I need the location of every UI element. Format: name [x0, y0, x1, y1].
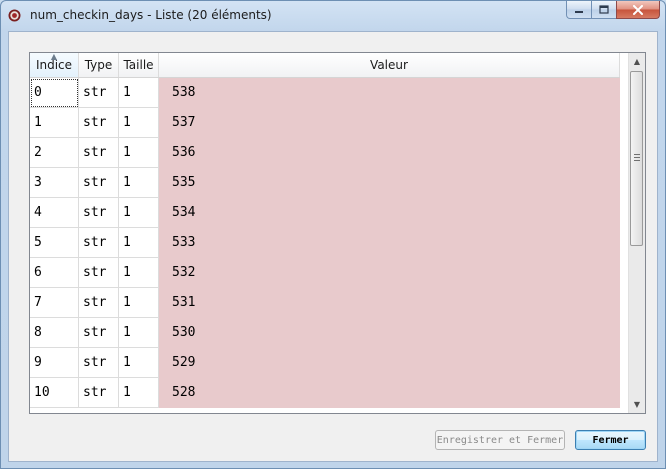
close-button[interactable]: Fermer [575, 430, 646, 450]
index-cell[interactable]: 5 [30, 228, 79, 258]
value-cell[interactable]: 534 [159, 198, 620, 228]
size-cell[interactable]: 1 [119, 288, 159, 318]
column-header-index[interactable]: ▲ Indice [30, 53, 79, 77]
value-cell[interactable]: 531 [159, 288, 620, 318]
table-body: 0 str 1 538 1 str 1 537 2 str 1 536 3 str 1 535 4 str 1 534… [30, 78, 620, 408]
save-and-close-button[interactable]: Enregistrer et Fermer [435, 430, 565, 450]
table-row[interactable]: 6 str 1 532 [30, 258, 620, 288]
table-header: ▲ Indice Type Taille Valeur [30, 53, 620, 78]
window-title: num_checkin_days - Liste (20 éléments) [30, 8, 272, 22]
value-cell[interactable]: 532 [159, 258, 620, 288]
size-cell[interactable]: 1 [119, 258, 159, 288]
value-cell[interactable]: 528 [159, 378, 620, 408]
title-bar[interactable]: num_checkin_days - Liste (20 éléments) [1, 1, 665, 31]
size-cell[interactable]: 1 [119, 168, 159, 198]
size-cell[interactable]: 1 [119, 198, 159, 228]
column-header-label: Valeur [370, 58, 408, 72]
size-cell[interactable]: 1 [119, 138, 159, 168]
index-cell[interactable]: 8 [30, 318, 79, 348]
grip-icon [634, 154, 640, 161]
type-cell[interactable]: str [79, 108, 119, 138]
size-cell[interactable]: 1 [119, 228, 159, 258]
scroll-down-arrow-icon[interactable]: ▼ [629, 396, 645, 413]
size-cell[interactable]: 1 [119, 378, 159, 408]
maximize-button[interactable] [591, 1, 617, 19]
index-cell[interactable]: 2 [30, 138, 79, 168]
size-cell[interactable]: 1 [119, 318, 159, 348]
index-cell[interactable]: 0 [30, 78, 79, 108]
value-cell[interactable]: 529 [159, 348, 620, 378]
vertical-scrollbar[interactable]: ▲ ▼ [628, 53, 645, 413]
caption-buttons [566, 1, 660, 21]
size-cell[interactable]: 1 [119, 78, 159, 108]
index-cell[interactable]: 1 [30, 108, 79, 138]
type-cell[interactable]: str [79, 78, 119, 108]
index-cell[interactable]: 6 [30, 258, 79, 288]
table-row[interactable]: 3 str 1 535 [30, 168, 620, 198]
maximize-icon [599, 5, 609, 14]
type-cell[interactable]: str [79, 348, 119, 378]
value-cell[interactable]: 536 [159, 138, 620, 168]
minimize-icon [575, 10, 583, 13]
table-row[interactable]: 4 str 1 534 [30, 198, 620, 228]
type-cell[interactable]: str [79, 258, 119, 288]
sort-ascending-icon: ▲ [50, 52, 58, 61]
value-cell[interactable]: 535 [159, 168, 620, 198]
size-cell[interactable]: 1 [119, 348, 159, 378]
type-cell[interactable]: str [79, 378, 119, 408]
value-cell[interactable]: 537 [159, 108, 620, 138]
dialog-client-area: ▲ Indice Type Taille Valeur 0 str 1 538 1 str… [8, 31, 658, 462]
table-row[interactable]: 10 str 1 528 [30, 378, 620, 408]
column-header-type[interactable]: Type [79, 53, 119, 77]
type-cell[interactable]: str [79, 198, 119, 228]
table-row[interactable]: 0 str 1 538 [30, 78, 620, 108]
table-row[interactable]: 7 str 1 531 [30, 288, 620, 318]
value-cell[interactable]: 530 [159, 318, 620, 348]
table-row[interactable]: 2 str 1 536 [30, 138, 620, 168]
index-cell[interactable]: 3 [30, 168, 79, 198]
table-row[interactable]: 9 str 1 529 [30, 348, 620, 378]
list-table: ▲ Indice Type Taille Valeur 0 str 1 538 1 str… [29, 52, 646, 414]
column-header-label: Type [84, 58, 113, 72]
index-cell[interactable]: 4 [30, 198, 79, 228]
index-cell[interactable]: 9 [30, 348, 79, 378]
column-header-size[interactable]: Taille [119, 53, 159, 77]
type-cell[interactable]: str [79, 138, 119, 168]
scroll-thumb[interactable] [630, 71, 643, 246]
type-cell[interactable]: str [79, 318, 119, 348]
index-cell[interactable]: 10 [30, 378, 79, 408]
spyder-bug-icon [8, 9, 21, 22]
table-row[interactable]: 8 str 1 530 [30, 318, 620, 348]
type-cell[interactable]: str [79, 288, 119, 318]
minimize-button[interactable] [566, 1, 592, 19]
type-cell[interactable]: str [79, 228, 119, 258]
scroll-up-arrow-icon[interactable]: ▲ [629, 53, 645, 70]
value-cell[interactable]: 533 [159, 228, 620, 258]
size-cell[interactable]: 1 [119, 108, 159, 138]
index-cell[interactable]: 7 [30, 288, 79, 318]
close-icon [633, 4, 643, 15]
table-row[interactable]: 5 str 1 533 [30, 228, 620, 258]
list-editor-window: num_checkin_days - Liste (20 éléments) ▲… [0, 0, 666, 469]
column-header-label: Taille [123, 58, 154, 72]
value-cell[interactable]: 538 [159, 78, 620, 108]
table-row[interactable]: 1 str 1 537 [30, 108, 620, 138]
type-cell[interactable]: str [79, 168, 119, 198]
close-window-button[interactable] [616, 1, 660, 19]
column-header-value[interactable]: Valeur [159, 53, 620, 77]
